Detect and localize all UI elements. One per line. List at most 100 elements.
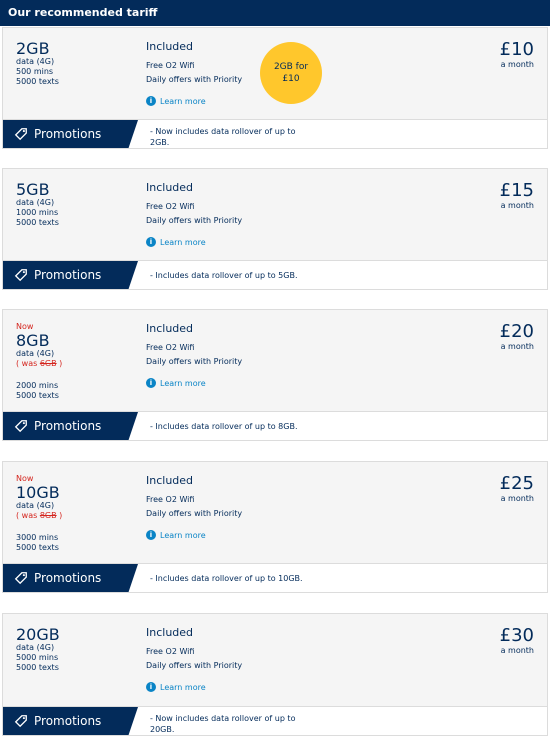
info-icon: i bbox=[146, 237, 156, 247]
promotion-row: Promotions - Includes data rollover of u… bbox=[3, 260, 547, 289]
data-amount: 20GB bbox=[16, 625, 60, 644]
tariff-allowance: 2GB data (4G) 500 mins 5000 texts bbox=[16, 40, 59, 87]
perk-priority: Daily offers with Priority bbox=[146, 75, 243, 84]
tariff-allowance: Now 10GB data (4G) ( was 8GB ) 3000 mins… bbox=[16, 474, 62, 553]
price: £20 bbox=[499, 321, 534, 342]
learn-more-label: Learn more bbox=[160, 96, 206, 106]
price-period: a month bbox=[500, 494, 534, 503]
promotions-label: Promotions bbox=[34, 419, 102, 433]
minutes: 2000 mins bbox=[16, 381, 59, 390]
learn-more-link[interactable]: i Learn more bbox=[146, 378, 242, 388]
promotion-text: - Includes data rollover of up to 5GB. bbox=[150, 271, 298, 280]
promotion-row: Promotions - Includes data rollover of u… bbox=[3, 563, 547, 592]
data-amount: 8GB bbox=[16, 331, 50, 350]
offer-badge-text: 2GB for £10 bbox=[273, 62, 309, 84]
minutes: 3000 mins bbox=[16, 533, 59, 542]
minutes: 5000 mins bbox=[16, 653, 59, 662]
previous-data: 8GB bbox=[39, 511, 57, 520]
price-period: a month bbox=[500, 201, 534, 210]
price-period: a month bbox=[500, 646, 534, 655]
promotion-text: - Includes data rollover of up to 8GB. bbox=[150, 422, 298, 431]
perk-wifi: Free O2 Wifi bbox=[146, 61, 195, 70]
promotion-text: - Now includes data rollover of up to 20… bbox=[150, 714, 296, 734]
learn-more-label: Learn more bbox=[160, 237, 206, 247]
price-block: £15 a month bbox=[500, 181, 534, 211]
promotion-row: Promotions - Now includes data rollover … bbox=[3, 706, 547, 735]
promotions-tab[interactable]: Promotions bbox=[3, 261, 138, 289]
data-amount: 5GB bbox=[16, 180, 50, 199]
data-type: data (4G) bbox=[16, 349, 55, 358]
perk-priority: Daily offers with Priority bbox=[146, 661, 243, 670]
texts: 5000 texts bbox=[16, 77, 59, 86]
promotions-tab[interactable]: Promotions bbox=[3, 564, 138, 592]
data-type: data (4G) bbox=[16, 57, 55, 66]
included-heading: Included bbox=[146, 474, 194, 487]
info-icon: i bbox=[146, 530, 156, 540]
tag-icon bbox=[14, 715, 27, 728]
price-period: a month bbox=[500, 342, 534, 351]
header-title: Our recommended tariff bbox=[8, 6, 158, 19]
price-block: £20 a month bbox=[500, 322, 534, 352]
price: £10 bbox=[499, 39, 534, 60]
price-block: £30 a month bbox=[500, 626, 534, 656]
perk-priority: Daily offers with Priority bbox=[146, 216, 243, 225]
tariff-card[interactable]: 5GB data (4G) 1000 mins 5000 texts Inclu… bbox=[2, 168, 548, 290]
included-heading: Included bbox=[146, 626, 194, 639]
promotions-tab[interactable]: Promotions bbox=[3, 412, 138, 440]
tag-icon bbox=[14, 572, 27, 585]
promotions-label: Promotions bbox=[34, 714, 102, 728]
now-label: Now bbox=[16, 322, 34, 331]
previous-allowance: ( was 8GB ) bbox=[16, 511, 63, 520]
promotion-row: Promotions - Now includes data rollover … bbox=[3, 119, 547, 148]
tariff-card[interactable]: 2GB data (4G) 500 mins 5000 texts Includ… bbox=[2, 27, 548, 149]
perk-wifi: Free O2 Wifi bbox=[146, 202, 195, 211]
tariff-allowance: Now 8GB data (4G) ( was 6GB ) 2000 mins … bbox=[16, 322, 62, 401]
offer-badge: 2GB for £10 bbox=[260, 42, 322, 104]
learn-more-link[interactable]: i Learn more bbox=[146, 682, 242, 692]
learn-more-label: Learn more bbox=[160, 530, 206, 540]
data-type: data (4G) bbox=[16, 198, 55, 207]
minutes: 1000 mins bbox=[16, 208, 59, 217]
promotions-tab[interactable]: Promotions bbox=[3, 707, 138, 735]
info-icon: i bbox=[146, 682, 156, 692]
price: £15 bbox=[499, 180, 534, 201]
price-block: £25 a month bbox=[500, 474, 534, 504]
learn-more-link[interactable]: i Learn more bbox=[146, 96, 242, 106]
learn-more-link[interactable]: i Learn more bbox=[146, 237, 242, 247]
now-label: Now bbox=[16, 474, 34, 483]
texts: 5000 texts bbox=[16, 663, 59, 672]
data-type: data (4G) bbox=[16, 501, 55, 510]
tariff-card[interactable]: Now 8GB data (4G) ( was 6GB ) 2000 mins … bbox=[2, 309, 548, 441]
promotions-tab[interactable]: Promotions bbox=[3, 120, 138, 148]
data-amount: 2GB bbox=[16, 39, 50, 58]
promotion-text: - Now includes data rollover of up to 2G… bbox=[150, 127, 296, 147]
learn-more-link[interactable]: i Learn more bbox=[146, 530, 242, 540]
texts: 5000 texts bbox=[16, 543, 59, 552]
price-period: a month bbox=[500, 60, 534, 69]
price-block: £10 a month bbox=[500, 40, 534, 70]
promotion-text: - Includes data rollover of up to 10GB. bbox=[150, 574, 303, 583]
price: £30 bbox=[499, 625, 534, 646]
tag-icon bbox=[14, 128, 27, 141]
tag-icon bbox=[14, 420, 27, 433]
promotions-label: Promotions bbox=[34, 127, 102, 141]
included-section: Included Free O2 Wifi Daily offers with … bbox=[146, 322, 242, 388]
info-icon: i bbox=[146, 96, 156, 106]
perk-priority: Daily offers with Priority bbox=[146, 357, 243, 366]
header-bar: Our recommended tariff bbox=[0, 0, 550, 26]
included-section: Included Free O2 Wifi Daily offers with … bbox=[146, 474, 242, 540]
info-icon: i bbox=[146, 378, 156, 388]
promotions-label: Promotions bbox=[34, 268, 102, 282]
minutes: 500 mins bbox=[16, 67, 54, 76]
perk-wifi: Free O2 Wifi bbox=[146, 495, 195, 504]
perk-priority: Daily offers with Priority bbox=[146, 509, 243, 518]
included-heading: Included bbox=[146, 322, 194, 335]
texts: 5000 texts bbox=[16, 391, 59, 400]
tariff-card[interactable]: 20GB data (4G) 5000 mins 5000 texts Incl… bbox=[2, 613, 548, 736]
tariff-card[interactable]: Now 10GB data (4G) ( was 8GB ) 3000 mins… bbox=[2, 461, 548, 593]
previous-data: 6GB bbox=[39, 359, 57, 368]
tariff-allowance: 5GB data (4G) 1000 mins 5000 texts bbox=[16, 181, 59, 228]
promotions-label: Promotions bbox=[34, 571, 102, 585]
learn-more-label: Learn more bbox=[160, 378, 206, 388]
learn-more-label: Learn more bbox=[160, 682, 206, 692]
